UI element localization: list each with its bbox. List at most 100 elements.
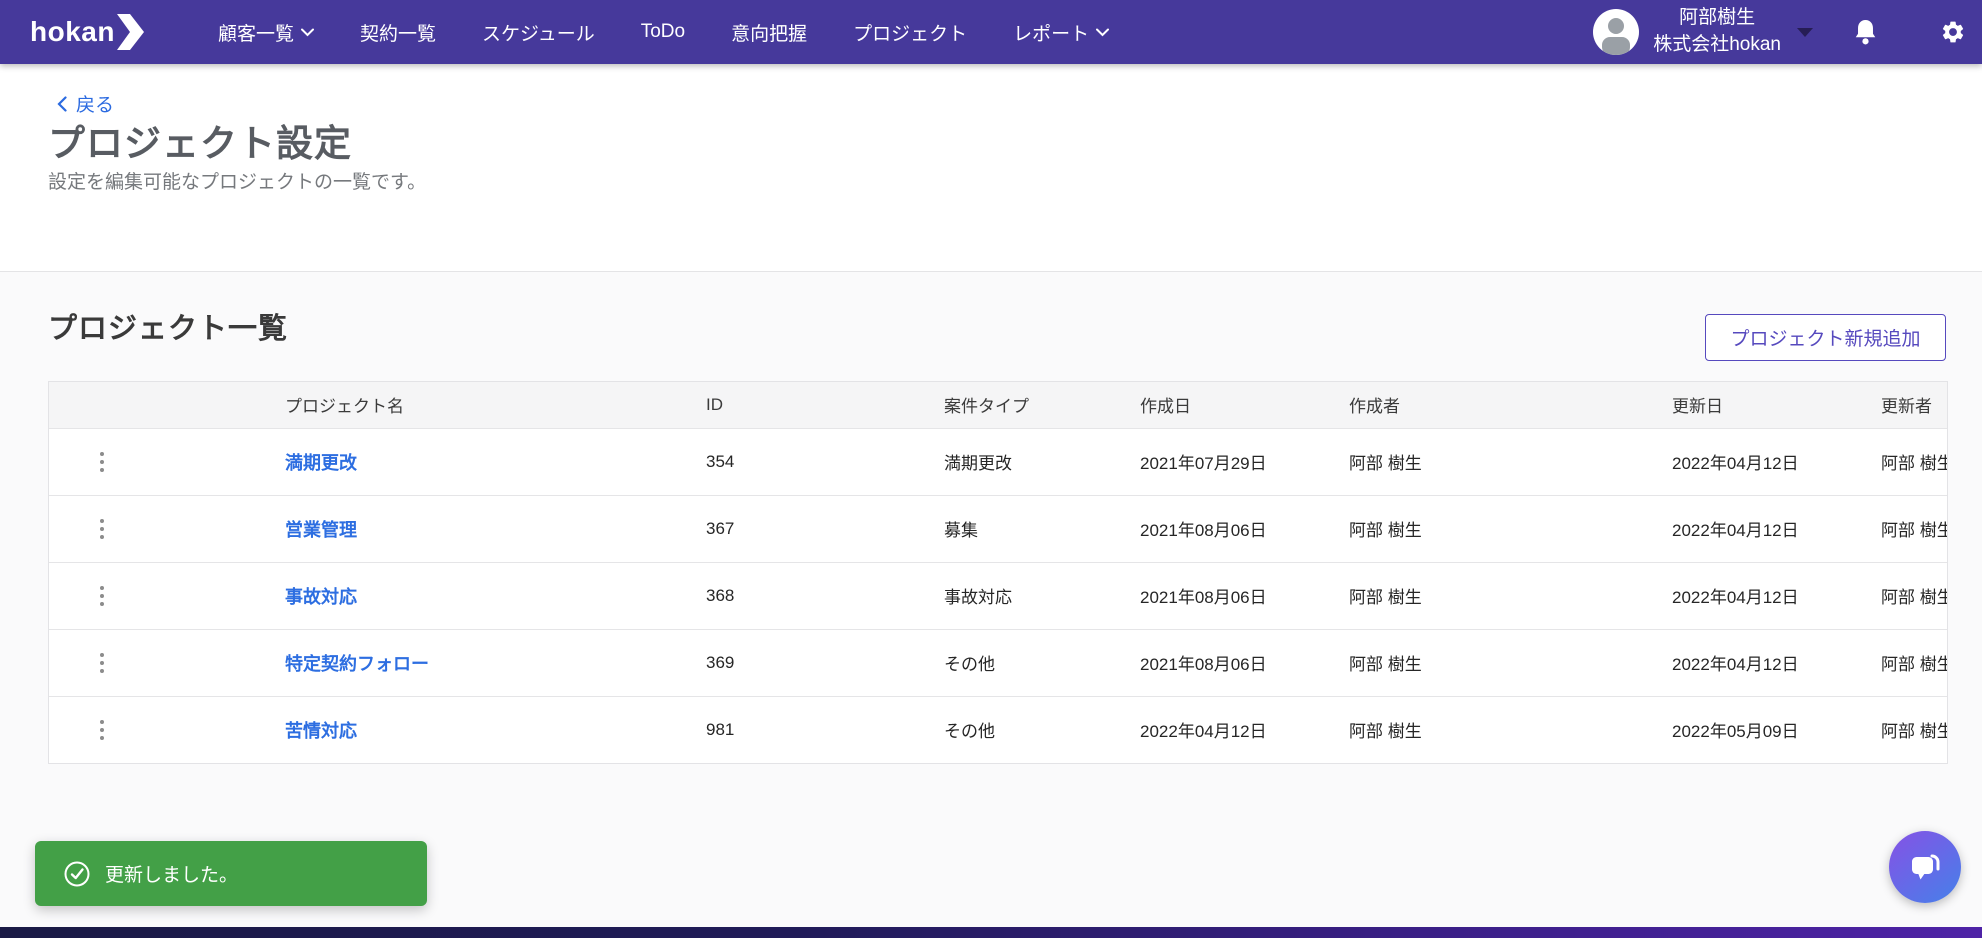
project-name-link[interactable]: 苦情対応	[285, 721, 357, 741]
nav-item-projects[interactable]: プロジェクト	[853, 19, 967, 46]
chevron-down-icon	[301, 28, 314, 37]
toast-message: 更新しました。	[105, 860, 238, 887]
creator: 阿部 樹生	[1333, 428, 1656, 495]
success-toast: 更新しました。	[35, 841, 427, 906]
created-date: 2021年08月06日	[1124, 562, 1333, 629]
main-content: プロジェクト一覧 プロジェクト新規追加 プロジェクト名 ID 案件タイプ 作成日…	[0, 271, 1982, 938]
nav-item-contracts[interactable]: 契約一覧	[360, 19, 436, 46]
notifications-button[interactable]	[1853, 19, 1878, 46]
table-row: 事故対応 368 事故対応 2021年08月06日 阿部 樹生 2022年04月…	[49, 562, 1948, 629]
project-type: その他	[928, 629, 1124, 696]
updater: 阿部 樹生	[1865, 562, 1948, 629]
project-id: 369	[690, 629, 928, 696]
logo-text: hokan	[30, 16, 115, 48]
nav-item-label: プロジェクト	[853, 19, 967, 46]
table-header-row: プロジェクト名 ID 案件タイプ 作成日 作成者 更新日 更新者	[49, 382, 1948, 428]
app-screen: hokan 顧客一覧 契約一覧 スケジュール ToDo 意向把握	[0, 0, 1982, 938]
created-date: 2022年04月12日	[1124, 696, 1333, 763]
nav-item-label: 顧客一覧	[218, 19, 294, 46]
gear-icon	[1940, 19, 1966, 45]
user-menu-caret-icon[interactable]	[1797, 28, 1813, 37]
project-id: 368	[690, 562, 928, 629]
avatar[interactable]	[1593, 9, 1639, 55]
nav-item-intent[interactable]: 意向把握	[731, 19, 807, 46]
project-type: その他	[928, 696, 1124, 763]
row-menu-button[interactable]	[91, 442, 113, 482]
updater: 阿部 樹生	[1865, 629, 1948, 696]
nav-item-label: レポート	[1013, 19, 1089, 46]
settings-button[interactable]	[1940, 19, 1966, 45]
project-name-link[interactable]: 営業管理	[285, 520, 357, 540]
row-menu-button[interactable]	[91, 576, 113, 616]
nav-item-reports[interactable]: レポート	[1013, 19, 1109, 46]
nav-item-schedule[interactable]: スケジュール	[482, 19, 595, 46]
navbar-right-cluster: 阿部樹生 株式会社hokan	[1593, 0, 1966, 64]
updater: 阿部 樹生	[1865, 696, 1948, 763]
column-header-updater: 更新者	[1865, 382, 1948, 428]
column-header-menu	[49, 382, 269, 428]
chevron-down-icon	[1096, 28, 1109, 37]
check-circle-icon	[63, 860, 91, 888]
user-company: 株式会社hokan	[1653, 32, 1781, 59]
project-type: 満期更改	[928, 428, 1124, 495]
chat-widget-button[interactable]	[1889, 831, 1961, 903]
projects-table: プロジェクト名 ID 案件タイプ 作成日 作成者 更新日 更新者 満期更改 35…	[48, 381, 1948, 764]
logo-chevron-icon	[117, 14, 144, 50]
updated-date: 2022年04月12日	[1656, 495, 1865, 562]
hokan-logo[interactable]: hokan	[30, 0, 144, 64]
row-menu-button[interactable]	[91, 710, 113, 750]
bottom-edge-bar	[0, 927, 1982, 938]
updater: 阿部 樹生	[1865, 495, 1948, 562]
column-header-project-name: プロジェクト名	[269, 382, 690, 428]
nav-item-todo[interactable]: ToDo	[641, 21, 685, 43]
updater: 阿部 樹生	[1865, 428, 1948, 495]
project-name-link[interactable]: 満期更改	[285, 453, 357, 473]
chat-bubble-icon	[1905, 847, 1945, 887]
page-subtitle: 設定を編集可能なプロジェクトの一覧です。	[48, 167, 426, 194]
section-heading: プロジェクト一覧	[48, 305, 288, 347]
column-header-id: ID	[690, 382, 928, 428]
column-header-created: 作成日	[1124, 382, 1333, 428]
project-id: 354	[690, 428, 928, 495]
table-row: 苦情対応 981 その他 2022年04月12日 阿部 樹生 2022年05月0…	[49, 696, 1948, 763]
creator: 阿部 樹生	[1333, 696, 1656, 763]
add-project-button[interactable]: プロジェクト新規追加	[1705, 314, 1946, 361]
nav-item-label: 意向把握	[731, 19, 807, 46]
column-header-creator: 作成者	[1333, 382, 1656, 428]
user-menu[interactable]: 阿部樹生 株式会社hokan	[1653, 5, 1781, 58]
row-menu-button[interactable]	[91, 509, 113, 549]
bell-icon	[1853, 19, 1878, 46]
nav-item-label: 契約一覧	[360, 19, 436, 46]
nav-item-customers[interactable]: 顧客一覧	[218, 19, 314, 46]
row-menu-button[interactable]	[91, 643, 113, 683]
updated-date: 2022年04月12日	[1656, 562, 1865, 629]
project-name-link[interactable]: 特定契約フォロー	[285, 654, 429, 674]
created-date: 2021年08月06日	[1124, 629, 1333, 696]
chevron-left-icon	[57, 96, 67, 112]
project-type: 事故対応	[928, 562, 1124, 629]
nav-item-label: ToDo	[641, 21, 685, 43]
project-id: 981	[690, 696, 928, 763]
creator: 阿部 樹生	[1333, 629, 1656, 696]
project-type: 募集	[928, 495, 1124, 562]
updated-date: 2022年04月12日	[1656, 428, 1865, 495]
table-row: 特定契約フォロー 369 その他 2021年08月06日 阿部 樹生 2022年…	[49, 629, 1948, 696]
created-date: 2021年08月06日	[1124, 495, 1333, 562]
created-date: 2021年07月29日	[1124, 428, 1333, 495]
user-name: 阿部樹生	[1653, 5, 1781, 32]
column-header-type: 案件タイプ	[928, 382, 1124, 428]
back-link[interactable]: 戻る	[57, 90, 114, 117]
column-header-updated: 更新日	[1656, 382, 1865, 428]
updated-date: 2022年05月09日	[1656, 696, 1865, 763]
table-row: 営業管理 367 募集 2021年08月06日 阿部 樹生 2022年04月12…	[49, 495, 1948, 562]
page-title: プロジェクト設定	[48, 113, 352, 167]
back-link-label: 戻る	[76, 90, 114, 117]
main-nav: 顧客一覧 契約一覧 スケジュール ToDo 意向把握 プロジェクト レポート	[218, 0, 1109, 64]
creator: 阿部 樹生	[1333, 495, 1656, 562]
creator: 阿部 樹生	[1333, 562, 1656, 629]
project-name-link[interactable]: 事故対応	[285, 587, 357, 607]
project-id: 367	[690, 495, 928, 562]
table-row: 満期更改 354 満期更改 2021年07月29日 阿部 樹生 2022年04月…	[49, 428, 1948, 495]
nav-item-label: スケジュール	[482, 19, 595, 46]
updated-date: 2022年04月12日	[1656, 629, 1865, 696]
